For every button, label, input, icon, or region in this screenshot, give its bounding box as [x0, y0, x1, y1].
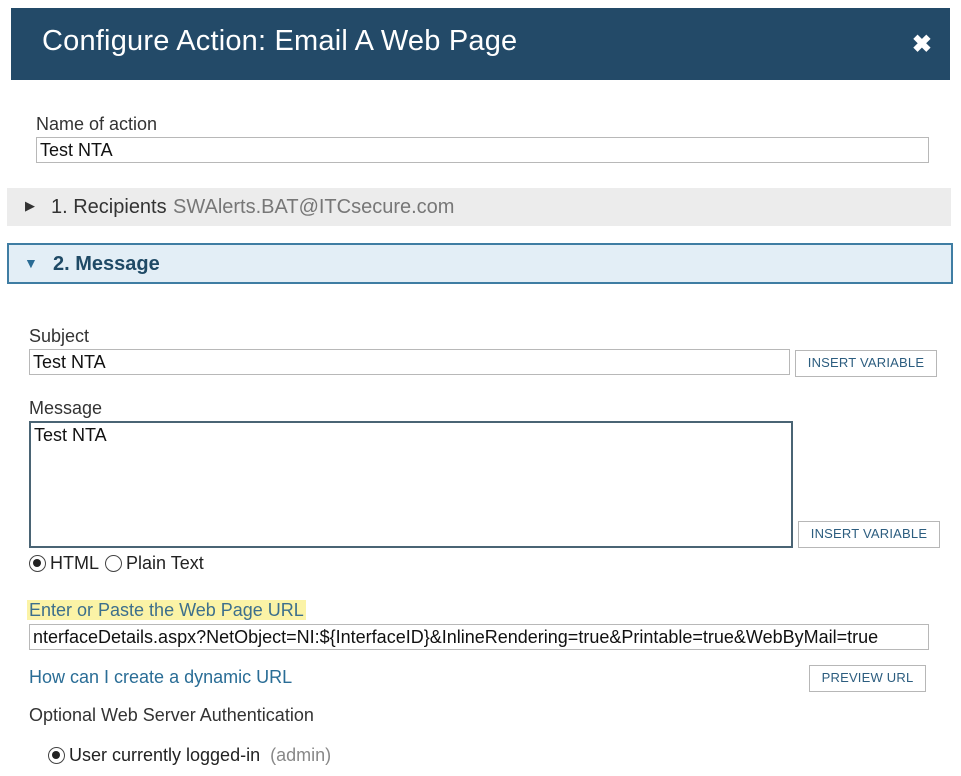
- subject-insert-variable-button[interactable]: INSERT VARIABLE: [795, 350, 937, 377]
- message-insert-variable-button[interactable]: INSERT VARIABLE: [798, 521, 940, 548]
- section-message[interactable]: ▼ 2. Message: [7, 243, 953, 284]
- close-icon[interactable]: ✖: [912, 30, 932, 59]
- auth-label: Optional Web Server Authentication: [29, 705, 314, 725]
- format-radio-group: HTML Plain Text: [29, 553, 204, 574]
- radio-html[interactable]: [29, 555, 46, 572]
- caret-down-icon: ▼: [24, 255, 38, 271]
- radio-current-user-label: User currently logged-in: [69, 745, 261, 765]
- message-label: Message: [29, 398, 103, 418]
- dialog-header: Configure Action: Email A Web Page ✖: [11, 8, 950, 80]
- section-message-label: 2. Message: [53, 253, 160, 275]
- section-recipients-label: 1. Recipients: [51, 196, 167, 218]
- current-user-name: (admin): [270, 745, 332, 765]
- url-label-text: Enter or Paste the Web Page URL: [27, 600, 306, 620]
- section-recipients-summary: SWAlerts.BAT@ITCsecure.com: [173, 196, 455, 218]
- message-textarea[interactable]: Test NTA: [29, 421, 793, 548]
- auth-option-row: User currently logged-in (admin): [48, 745, 331, 766]
- url-label: Enter or Paste the Web Page URL: [27, 600, 306, 621]
- url-input[interactable]: nterfaceDetails.aspx?NetObject=NI:${Inte…: [29, 624, 929, 650]
- dialog-title: Configure Action: Email A Web Page: [42, 25, 518, 57]
- radio-current-user[interactable]: [48, 747, 65, 764]
- radio-plain-text[interactable]: [105, 555, 122, 572]
- section-recipients[interactable]: ▶ 1. Recipients SWAlerts.BAT@ITCsecure.c…: [7, 188, 951, 226]
- radio-plain-text-label: Plain Text: [126, 553, 204, 573]
- radio-html-label: HTML: [50, 553, 99, 573]
- name-of-action-label: Name of action: [36, 114, 158, 134]
- subject-label: Subject: [29, 326, 90, 346]
- caret-right-icon: ▶: [25, 198, 35, 213]
- dynamic-url-help-link[interactable]: How can I create a dynamic URL: [29, 667, 292, 688]
- preview-url-button[interactable]: PREVIEW URL: [809, 665, 926, 692]
- name-of-action-input[interactable]: Test NTA: [36, 137, 929, 163]
- subject-input[interactable]: Test NTA: [29, 349, 790, 375]
